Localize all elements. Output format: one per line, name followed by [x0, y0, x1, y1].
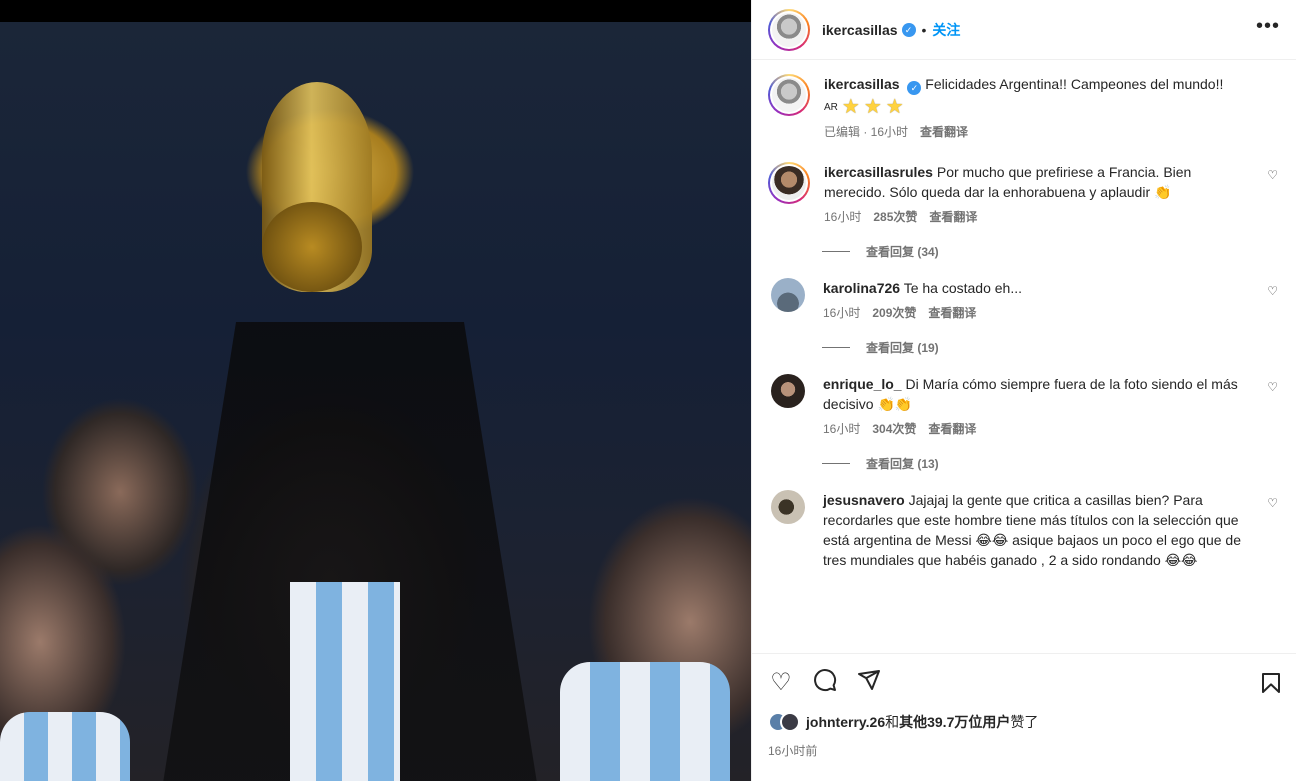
comment-icon[interactable] [812, 668, 838, 698]
comment-username[interactable]: enrique_lo_ [823, 376, 902, 392]
verified-icon: ✓ [907, 81, 922, 95]
view-replies-button[interactable]: 查看回复 (13) [822, 455, 1280, 472]
comment-item: enrique_lo_ Di María cómo siempre fuera … [768, 374, 1280, 437]
comment-like-icon[interactable]: ♡ [1267, 496, 1278, 510]
comment-likes[interactable]: 209次赞 [872, 304, 916, 321]
likes-others-link[interactable]: 其他39.7万位用户 [899, 714, 1010, 730]
comment-item: jesusnavero Jajajaj la gente que critica… [768, 490, 1280, 570]
replies-line [822, 463, 850, 464]
trophy-base-shape [262, 202, 362, 292]
replies-line [822, 251, 850, 252]
likes-summary: johnterry.26和其他39.7万位用户赞了 [768, 712, 1281, 732]
commenter-avatar[interactable] [771, 490, 805, 524]
post-actions: ♡ johnterry.26和其他39.7万位用户赞了 16小时前 [752, 653, 1296, 759]
comment-likes[interactable]: 285次赞 [873, 208, 917, 225]
likes-suffix: 赞了 [1010, 714, 1039, 730]
view-replies-label: 查看回复 (19) [866, 341, 939, 355]
liker-avatar[interactable] [780, 712, 800, 732]
see-translation-link[interactable]: 查看翻译 [928, 420, 976, 437]
star-icon: ★ [885, 96, 904, 118]
follow-button[interactable]: 关注 [932, 20, 960, 40]
liker-username[interactable]: johnterry.26 [806, 714, 885, 730]
comment-like-icon[interactable]: ♡ [1267, 168, 1278, 182]
comment-username[interactable]: ikercasillasrules [824, 164, 933, 180]
view-replies-button[interactable]: 查看回复 (19) [822, 339, 1280, 356]
see-translation-link[interactable]: 查看翻译 [928, 304, 976, 321]
shirt-shape-left [0, 712, 130, 781]
likes-and: 和 [885, 714, 900, 730]
comment-likes[interactable]: 304次赞 [872, 420, 916, 437]
view-replies-label: 查看回复 (34) [866, 245, 939, 259]
post-sidebar: ikercasillas ✓ • 关注 ••• ikercasillas ✓ F… [751, 0, 1296, 781]
comment-time: 16小时 [823, 422, 861, 436]
like-icon[interactable]: ♡ [768, 670, 794, 696]
replies-line [822, 347, 850, 348]
see-translation-link[interactable]: 查看翻译 [920, 123, 968, 140]
commenter-avatar[interactable] [768, 162, 810, 204]
comments-list[interactable]: ikercasillas ✓ Felicidades Argentina!! C… [752, 60, 1296, 653]
post-photo[interactable] [0, 22, 751, 781]
flag-label: AR [824, 101, 838, 113]
more-options-icon[interactable]: ••• [1256, 16, 1280, 36]
author-username[interactable]: ikercasillas [822, 22, 898, 38]
star-icon: ★ [863, 96, 882, 118]
comment-like-icon[interactable]: ♡ [1267, 380, 1278, 394]
comment-username[interactable]: jesusnavero [823, 492, 905, 508]
caption-avatar[interactable] [768, 74, 810, 116]
share-icon[interactable] [856, 668, 882, 698]
save-bookmark-icon[interactable] [1259, 671, 1283, 700]
commenter-avatar[interactable] [771, 374, 805, 408]
shirt-shape [290, 582, 400, 781]
comment-username[interactable]: karolina726 [823, 280, 900, 296]
verified-icon: ✓ [901, 22, 916, 37]
view-replies-button[interactable]: 查看回复 (34) [822, 243, 1280, 260]
caption-username[interactable]: ikercasillas [824, 76, 900, 92]
comment-text: Te ha costado eh... [903, 280, 1023, 296]
comment-like-icon[interactable]: ♡ [1267, 284, 1278, 298]
separator-dot: • [921, 21, 927, 38]
comment-item: ikercasillasrules Por mucho que prefirie… [768, 162, 1280, 225]
post-media[interactable] [0, 0, 751, 781]
post-caption: ikercasillas ✓ Felicidades Argentina!! C… [768, 74, 1280, 140]
see-translation-link[interactable]: 查看翻译 [929, 208, 977, 225]
post-time: 16小时前 [768, 744, 818, 758]
commenter-avatar[interactable] [771, 278, 805, 312]
caption-text: Felicidades Argentina!! Campeones del mu… [925, 76, 1224, 92]
comment-item: karolina726 Te ha costado eh... 16小时 209… [768, 278, 1280, 321]
star-icon: ★ [841, 96, 860, 118]
comment-time: 16小时 [824, 210, 862, 224]
caption-edited-time: 已编辑 · 16小时 [824, 125, 909, 139]
author-avatar[interactable] [768, 8, 810, 51]
post-header: ikercasillas ✓ • 关注 ••• [752, 0, 1296, 60]
comment-time: 16小时 [823, 306, 861, 320]
shirt-shape-right [560, 662, 730, 781]
view-replies-label: 查看回复 (13) [866, 457, 939, 471]
